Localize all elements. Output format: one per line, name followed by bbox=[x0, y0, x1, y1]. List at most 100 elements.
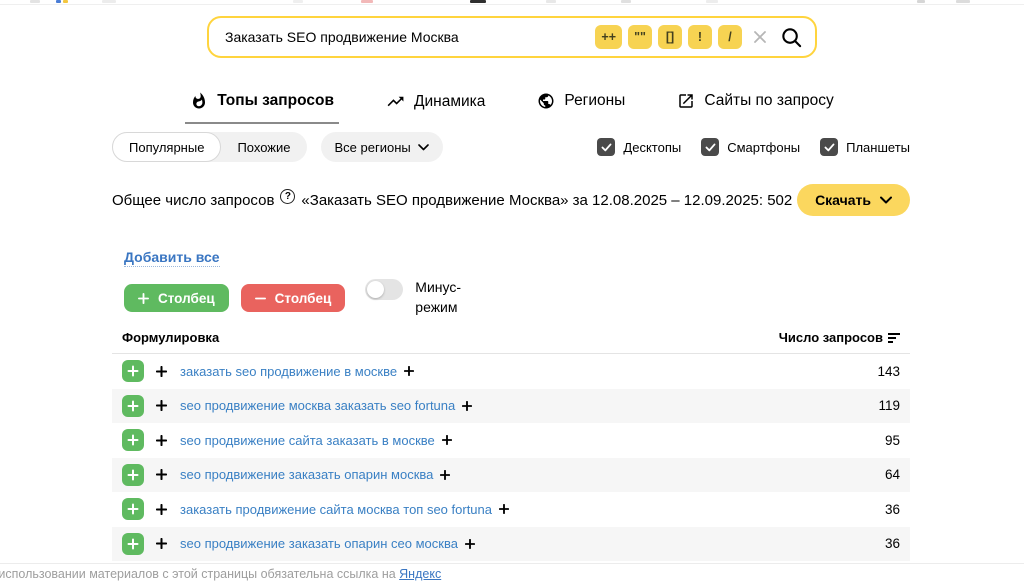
plus-append-icon[interactable] bbox=[499, 504, 509, 514]
plus-append-icon[interactable] bbox=[442, 435, 452, 445]
filters-row: Популярные Похожие Все регионы Десктопы … bbox=[112, 132, 910, 162]
tabs-bar: Топы запросов Динамика Регионы Сайты по … bbox=[0, 90, 1024, 124]
plus-append-icon[interactable] bbox=[404, 366, 414, 376]
query-count: 119 bbox=[878, 398, 900, 413]
flame-icon bbox=[190, 92, 208, 110]
table-header: Формулировка Число запросов bbox=[112, 328, 910, 354]
segment-popular[interactable]: Популярные bbox=[112, 132, 221, 162]
phrase-link[interactable]: заказать продвижение сайта москва топ se… bbox=[180, 502, 492, 517]
search-bar: ++ "" [] ! / bbox=[207, 16, 817, 58]
phrase-link[interactable]: seo продвижение сайта заказать в москве bbox=[180, 433, 435, 448]
add-phrase-button[interactable] bbox=[122, 498, 144, 520]
minus-icon bbox=[255, 293, 266, 304]
plus-operator-icon[interactable] bbox=[156, 366, 167, 377]
plus-operator-icon[interactable] bbox=[156, 435, 167, 446]
tab-dynamics[interactable]: Динамика bbox=[381, 90, 490, 123]
search-operator-keys: ++ "" [] ! / bbox=[595, 25, 742, 49]
trending-up-icon bbox=[386, 92, 405, 111]
column-controls: Столбец Столбец Минус-режим bbox=[124, 277, 475, 317]
search-input[interactable] bbox=[225, 29, 595, 45]
queries-table: Формулировка Число запросов заказать seo… bbox=[112, 328, 910, 561]
add-column-button[interactable]: Столбец bbox=[124, 284, 229, 312]
phrase-link[interactable]: seo продвижение заказать опарин москва bbox=[180, 467, 433, 482]
minus-mode-label: Минус-режим bbox=[415, 277, 475, 317]
footer-text: При использовании материалов с этой стра… bbox=[0, 567, 399, 581]
help-question-icon[interactable] bbox=[280, 189, 295, 204]
operator-quotes-button[interactable]: "" bbox=[628, 25, 652, 49]
download-button-label: Скачать bbox=[815, 192, 871, 208]
operator-slash-button[interactable]: / bbox=[718, 25, 742, 49]
plus-icon bbox=[138, 293, 149, 304]
tab-label: Регионы bbox=[564, 92, 625, 110]
plus-append-icon[interactable] bbox=[440, 470, 450, 480]
yandex-footer-link[interactable]: Яндекс bbox=[399, 567, 441, 581]
remove-column-label: Столбец bbox=[275, 291, 332, 306]
checkbox-desktops[interactable]: Десктопы bbox=[597, 138, 681, 156]
tab-label: Динамика bbox=[414, 93, 485, 111]
plus-operator-icon[interactable] bbox=[156, 400, 167, 411]
checkbox-smartphones[interactable]: Смартфоны bbox=[701, 138, 800, 156]
operator-brackets-button[interactable]: [] bbox=[658, 25, 682, 49]
query-count: 143 bbox=[877, 364, 900, 379]
column-header-count[interactable]: Число запросов bbox=[779, 330, 900, 345]
query-count: 36 bbox=[885, 536, 900, 551]
globe-icon bbox=[537, 92, 555, 110]
table-row: заказать продвижение сайта москва топ se… bbox=[112, 492, 910, 527]
add-phrase-button[interactable] bbox=[122, 464, 144, 486]
checked-checkbox-icon bbox=[820, 138, 838, 156]
column-header-phrase: Формулировка bbox=[122, 330, 219, 345]
query-count: 36 bbox=[885, 502, 900, 517]
plus-append-icon[interactable] bbox=[462, 401, 472, 411]
tab-label: Сайты по запросу bbox=[704, 92, 833, 110]
tab-top-queries[interactable]: Топы запросов bbox=[185, 90, 339, 124]
query-type-segmented-control: Популярные Похожие bbox=[112, 132, 307, 162]
summary-value: «Заказать SEO продвижение Москва» за 12.… bbox=[301, 192, 792, 209]
column-header-count-label: Число запросов bbox=[779, 330, 883, 345]
checked-checkbox-icon bbox=[597, 138, 615, 156]
remove-column-button[interactable]: Столбец bbox=[241, 284, 346, 312]
total-queries-summary: Общее число запросов «Заказать SEO продв… bbox=[112, 192, 792, 209]
table-row: заказать seo продвижение в москве 143 bbox=[112, 354, 910, 389]
plus-operator-icon[interactable] bbox=[156, 504, 167, 515]
clear-search-icon[interactable] bbox=[752, 29, 768, 45]
operator-exclamation-button[interactable]: ! bbox=[688, 25, 712, 49]
add-phrase-button[interactable] bbox=[122, 429, 144, 451]
operator-plus-plus-button[interactable]: ++ bbox=[595, 25, 622, 49]
add-phrase-button[interactable] bbox=[122, 360, 144, 382]
checked-checkbox-icon bbox=[701, 138, 719, 156]
tab-regions[interactable]: Регионы bbox=[532, 90, 630, 122]
checkbox-label: Планшеты bbox=[846, 140, 910, 155]
add-phrase-button[interactable] bbox=[122, 533, 144, 555]
phrase-link[interactable]: заказать seo продвижение в москве bbox=[180, 364, 397, 379]
minus-mode-toggle[interactable] bbox=[365, 279, 403, 300]
segment-similar[interactable]: Похожие bbox=[221, 132, 306, 162]
add-all-link[interactable]: Добавить все bbox=[124, 249, 220, 267]
checkbox-label: Смартфоны bbox=[727, 140, 800, 155]
summary-row: Общее число запросов «Заказать SEO продв… bbox=[112, 184, 910, 216]
plus-append-icon[interactable] bbox=[465, 539, 475, 549]
query-count: 95 bbox=[885, 433, 900, 448]
sort-descending-icon bbox=[888, 333, 900, 343]
tab-sites-by-query[interactable]: Сайты по запросу bbox=[672, 90, 838, 122]
toggle-knob bbox=[367, 281, 384, 298]
device-filters: Десктопы Смартфоны Планшеты bbox=[597, 138, 910, 156]
footer: При использовании материалов с этой стра… bbox=[0, 563, 1024, 581]
add-phrase-button[interactable] bbox=[122, 395, 144, 417]
search-icon[interactable] bbox=[780, 26, 803, 49]
region-selector[interactable]: Все регионы bbox=[321, 132, 443, 162]
browser-bookmarks-strip bbox=[0, 0, 1024, 5]
checkbox-label: Десктопы bbox=[623, 140, 681, 155]
plus-operator-icon[interactable] bbox=[156, 469, 167, 480]
tab-label: Топы запросов bbox=[217, 92, 334, 110]
checkbox-tablets[interactable]: Планшеты bbox=[820, 138, 910, 156]
download-button[interactable]: Скачать bbox=[797, 184, 910, 216]
phrase-link[interactable]: seo продвижение москва заказать seo fort… bbox=[180, 398, 455, 413]
chevron-down-icon bbox=[418, 144, 429, 151]
table-row: seo продвижение заказать опарин сео моск… bbox=[112, 527, 910, 562]
query-count: 64 bbox=[885, 467, 900, 482]
phrase-link[interactable]: seo продвижение заказать опарин сео моск… bbox=[180, 536, 458, 551]
table-row: seo продвижение москва заказать seo fort… bbox=[112, 389, 910, 424]
plus-operator-icon[interactable] bbox=[156, 538, 167, 549]
chevron-down-icon bbox=[880, 196, 892, 204]
external-link-icon bbox=[677, 92, 695, 110]
